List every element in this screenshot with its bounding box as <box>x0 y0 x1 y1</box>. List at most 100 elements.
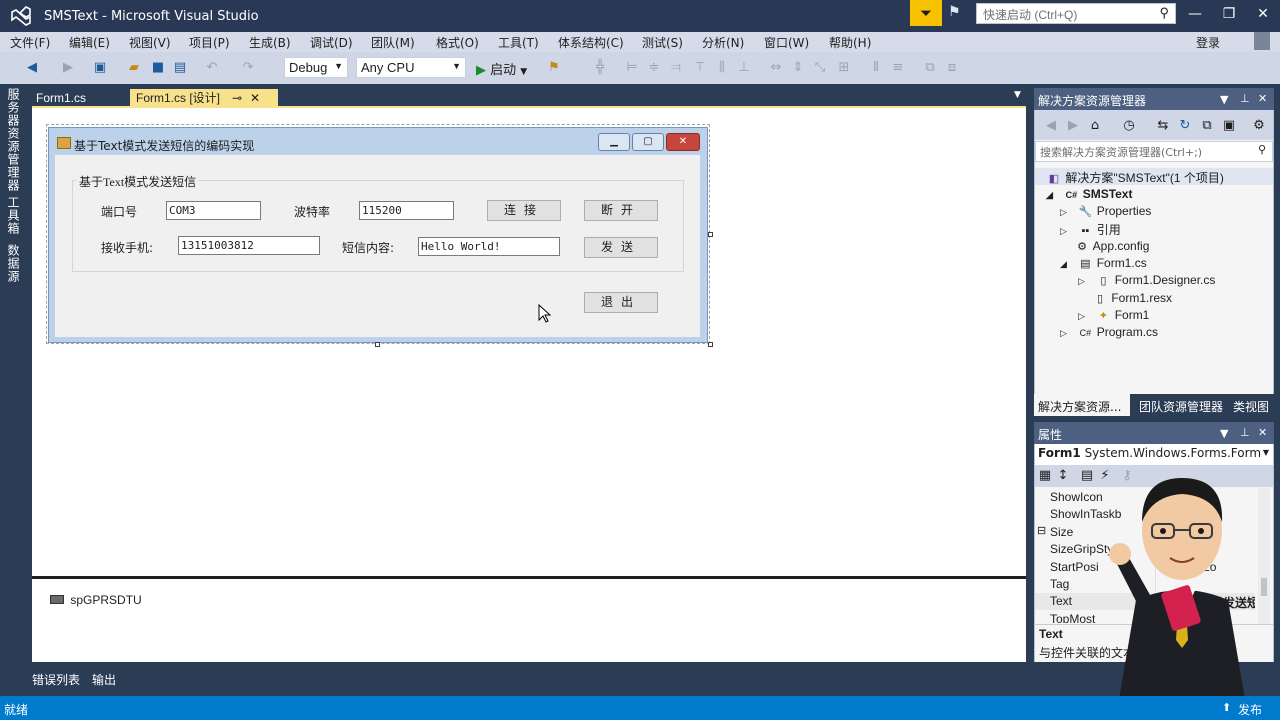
new-project-icon[interactable]: ▣ <box>92 60 108 76</box>
tree-item-form1-designer[interactable]: ▷ ▯ Form1.Designer.cs <box>1078 273 1215 287</box>
vertical-spacing-icon[interactable]: ≡ <box>890 60 906 76</box>
collapse-arrow-icon[interactable]: ◢ <box>1046 190 1060 201</box>
menu-format[interactable]: 格式(O) <box>436 34 479 51</box>
server-explorer-tab[interactable]: 服务器资源管理器 <box>6 88 22 192</box>
tree-item-form1-resx[interactable]: ▯ Form1.resx <box>1092 291 1172 305</box>
send-sms-groupbox[interactable] <box>72 180 684 272</box>
exit-button[interactable]: 退出 <box>584 292 658 313</box>
menu-file[interactable]: 文件(F) <box>10 34 50 51</box>
properties-scrollbar[interactable] <box>1258 488 1270 624</box>
tab-class-view[interactable]: 类视图 <box>1233 398 1269 415</box>
open-file-icon[interactable]: ▰ <box>126 60 142 76</box>
show-all-files-icon[interactable]: ▣ <box>1221 118 1237 134</box>
save-all-icon[interactable]: ▤ <box>172 60 188 76</box>
form-minimize-button[interactable]: ▁ <box>598 133 630 151</box>
menu-build[interactable]: 生成(B) <box>249 34 291 51</box>
expand-box-icon[interactable]: ⊟ <box>1037 524 1046 537</box>
tab-overflow-chevron-icon[interactable]: ▼ <box>1014 90 1021 100</box>
close-button[interactable]: ✕ <box>1248 4 1278 24</box>
menu-architecture[interactable]: 体系结构(C) <box>558 34 624 51</box>
expand-arrow-icon[interactable]: ▷ <box>1060 207 1074 218</box>
menu-team[interactable]: 团队(M) <box>371 34 415 51</box>
find-icon[interactable]: ⚑ <box>546 60 562 76</box>
phone-input[interactable]: 13151003812 <box>178 236 320 255</box>
baud-rate-input[interactable]: 115200 <box>359 201 454 220</box>
align-bottoms-icon[interactable]: ⊥ <box>736 60 752 76</box>
categorized-icon[interactable]: ▦ <box>1037 468 1053 484</box>
menu-project[interactable]: 项目(P) <box>189 34 230 51</box>
expand-arrow-icon[interactable]: ▷ <box>1078 276 1092 287</box>
toolbox-tab[interactable]: 工具箱 <box>6 196 22 235</box>
solution-search-input[interactable]: 搜索解决方案资源管理器(Ctrl+;) ⚲ <box>1035 141 1273 162</box>
panel-menu-chevron-icon[interactable]: ▼ <box>1220 93 1228 106</box>
menu-help[interactable]: 帮助(H) <box>829 34 871 51</box>
send-to-back-icon[interactable]: ⧈ <box>944 60 960 76</box>
properties-icon[interactable]: ⚙ <box>1251 118 1267 134</box>
align-middles-icon[interactable]: ⫼ <box>714 60 730 76</box>
menu-edit[interactable]: 编辑(E) <box>69 34 110 51</box>
menu-analyze[interactable]: 分析(N) <box>702 34 744 51</box>
home-icon[interactable]: ⌂ <box>1087 118 1103 134</box>
port-input[interactable]: COM3 <box>166 201 261 220</box>
menu-debug[interactable]: 调试(D) <box>310 34 353 51</box>
tree-item-form1-class[interactable]: ▷ ✦ Form1 <box>1078 308 1149 322</box>
connect-button[interactable]: 连接 <box>487 200 561 221</box>
scrollbar-thumb[interactable] <box>1261 578 1267 596</box>
form-maximize-button[interactable]: ▢ <box>632 133 664 151</box>
menu-tools[interactable]: 工具(T) <box>498 34 539 51</box>
back-icon[interactable]: ◀ <box>1043 118 1059 134</box>
size-to-grid-icon[interactable]: ⊞ <box>836 60 852 76</box>
tree-item-app-config[interactable]: ⚙ App.config <box>1074 239 1149 253</box>
align-lefts-icon[interactable]: ⊨ <box>624 60 640 76</box>
collapse-all-icon[interactable]: ⧉ <box>1199 118 1215 134</box>
refresh-icon[interactable]: ↻ <box>1177 118 1193 134</box>
expand-arrow-icon[interactable]: ▷ <box>1078 311 1092 322</box>
sync-icon[interactable]: ⇆ <box>1155 118 1171 134</box>
menu-window[interactable]: 窗口(W) <box>764 34 809 51</box>
align-centers-icon[interactable]: ≑ <box>646 60 662 76</box>
pin-icon[interactable]: ⊥ <box>1240 92 1250 105</box>
bring-to-front-icon[interactable]: ⧉ <box>922 60 938 76</box>
forward-icon[interactable]: ▶ <box>1065 118 1081 134</box>
close-icon[interactable]: ✕ <box>1258 426 1267 439</box>
minimize-button[interactable]: — <box>1180 4 1210 24</box>
form-close-button[interactable]: ✕ <box>666 133 700 151</box>
properties-view-icon[interactable]: ▤ <box>1079 468 1095 484</box>
tab-output[interactable]: 输出 <box>92 671 116 688</box>
publish-arrow-icon[interactable]: ⬆ <box>1222 701 1231 714</box>
start-debugging-button[interactable]: ▶ 启动 ▼ <box>476 59 527 78</box>
expand-arrow-icon[interactable]: ▷ <box>1060 328 1074 339</box>
tree-item-program-cs[interactable]: ▷ C# Program.cs <box>1060 325 1158 339</box>
tree-item-solution[interactable]: ◧ 解决方案"SMSText"(1 个项目) <box>1046 169 1224 186</box>
panel-menu-chevron-icon[interactable]: ▼ <box>1220 427 1228 440</box>
redo-icon[interactable]: ↷ <box>240 60 256 76</box>
tree-item-references[interactable]: ▷ ▪▪ 引用 <box>1060 221 1121 238</box>
account-avatar-icon[interactable] <box>1254 32 1270 50</box>
close-icon[interactable]: ✕ <box>1258 92 1267 105</box>
restore-button[interactable]: ❐ <box>1214 4 1244 24</box>
solution-configuration-select[interactable]: Debug ▼ <box>284 57 348 78</box>
make-same-width-icon[interactable]: ⇔ <box>768 60 784 76</box>
send-button[interactable]: 发送 <box>584 237 658 258</box>
align-rights-icon[interactable]: ⫤ <box>668 60 684 76</box>
save-icon[interactable]: ■ <box>150 60 166 76</box>
resize-handle-bottom[interactable] <box>375 342 380 347</box>
make-same-height-icon[interactable]: ⇕ <box>790 60 806 76</box>
collapse-arrow-icon[interactable]: ◢ <box>1060 259 1074 270</box>
pending-changes-filter-icon[interactable]: ◷ <box>1121 118 1137 134</box>
expand-arrow-icon[interactable]: ▷ <box>1060 226 1074 237</box>
sign-in-link[interactable]: 登录 <box>1196 34 1220 51</box>
publish-button[interactable]: 发布 <box>1238 701 1262 718</box>
pin-icon[interactable]: ⊥ <box>1240 426 1250 439</box>
menu-test[interactable]: 测试(S) <box>642 34 683 51</box>
property-object-selector[interactable]: Form1 System.Windows.Forms.Form ▼ <box>1035 444 1273 465</box>
menu-view[interactable]: 视图(V) <box>129 34 171 51</box>
tree-item-form1-cs[interactable]: ◢ ▤ Form1.cs <box>1060 256 1147 270</box>
align-tops-icon[interactable]: ⊤ <box>692 60 708 76</box>
tab-error-list[interactable]: 错误列表 <box>32 671 80 688</box>
resize-handle-right[interactable] <box>708 232 713 237</box>
tab-solution-explorer[interactable]: 解决方案资源... <box>1034 394 1130 416</box>
disconnect-button[interactable]: 断开 <box>584 200 658 221</box>
solution-platform-select[interactable]: Any CPU ▼ <box>356 57 466 78</box>
data-sources-tab[interactable]: 数据源 <box>6 244 22 283</box>
